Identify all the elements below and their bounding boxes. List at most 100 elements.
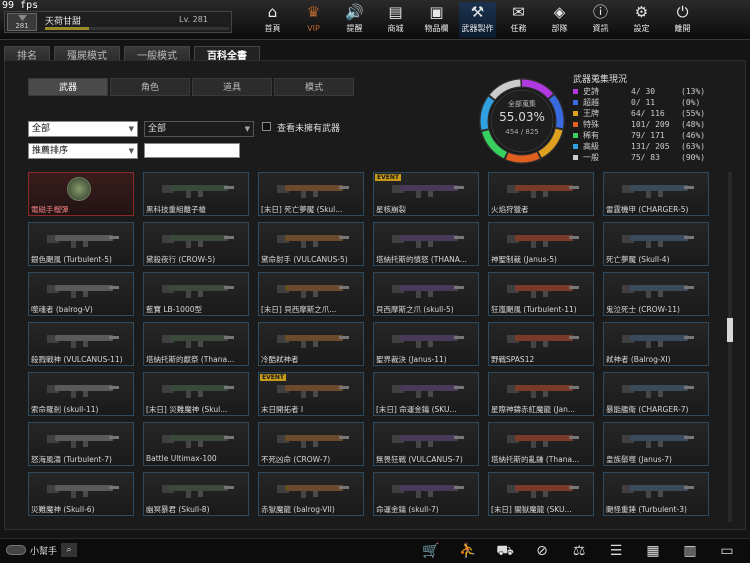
- nav-shield[interactable]: ◈ 部隊: [541, 2, 578, 38]
- subtab-3[interactable]: 模式: [274, 78, 354, 96]
- weapon-card[interactable]: [末日] 災難魔神 (Skul...: [143, 372, 249, 416]
- nav-label: 任務: [510, 24, 527, 33]
- scrollbar-thumb[interactable]: [727, 318, 733, 342]
- weapon-card[interactable]: 死亡夢魘 (Skull-4): [603, 222, 709, 266]
- weapon-name: 幽冥暴君 (Skull-8): [146, 505, 210, 514]
- nav-crown[interactable]: ♛ VIP: [295, 2, 332, 38]
- weapon-card[interactable]: 星際神鑄赤紅魔龍 (Jan...: [488, 372, 594, 416]
- wrench-icon: ⚒: [470, 3, 485, 21]
- weapon-card[interactable]: 塔納托斯的獻祭 (Thana...: [143, 322, 249, 366]
- stat-row: 高級 131/ 205 (63%): [573, 141, 713, 152]
- subtab-2[interactable]: 道具: [192, 78, 272, 96]
- weapon-card[interactable]: 黑科技重組離子槍: [143, 172, 249, 216]
- weapon-card[interactable]: 冷酷弒神者: [258, 322, 364, 366]
- nav-power[interactable]: ⏻ 離開: [664, 2, 701, 38]
- weapon-image: [47, 282, 119, 298]
- checklist-icon[interactable]: ☰: [605, 540, 627, 562]
- nav-info[interactable]: ⓘ 資訊: [582, 2, 619, 38]
- weapon-name: 狂嵐颶風 (Turbulent-11): [491, 305, 577, 314]
- stat-row: 超越 0/ 11 (0%): [573, 97, 713, 108]
- weapon-card[interactable]: 鬼泣死士 (CROW-11): [603, 272, 709, 316]
- weapon-card[interactable]: 幽冥暴君 (Skull-8): [143, 472, 249, 516]
- calendar-icon[interactable]: ▥: [679, 540, 701, 562]
- weapon-card[interactable]: 怒海風濤 (Turbulent-7): [28, 422, 134, 466]
- weapon-card[interactable]: Battle Ultimax-100: [143, 422, 249, 466]
- film-icon[interactable]: ▭: [716, 540, 738, 562]
- weapon-card[interactable]: 黛殺夜行 (CROW-5): [143, 222, 249, 266]
- weapon-image: [277, 232, 349, 248]
- nav-shop[interactable]: ▤ 商城: [377, 2, 414, 38]
- weapon-card[interactable]: 不死凶命 (CROW-7): [258, 422, 364, 466]
- tier-swatch: [573, 133, 578, 138]
- category-select[interactable]: 全部 ▼: [28, 121, 138, 137]
- weapon-card[interactable]: [末日] 死亡夢魘 (Skul...: [258, 172, 364, 216]
- stats-title: 武器蒐集現況: [573, 75, 628, 85]
- weapon-card[interactable]: 狂嵐颶風 (Turbulent-11): [488, 272, 594, 316]
- basket-icon[interactable]: ⛟: [494, 540, 516, 562]
- weapon-card[interactable]: 火焰狩獵者: [488, 172, 594, 216]
- weapon-card[interactable]: 弒神者 (Balrog-XI): [603, 322, 709, 366]
- weapon-image: [162, 182, 234, 198]
- subcategory-select[interactable]: 全部 ▼: [144, 121, 254, 137]
- weapon-card[interactable]: 貝西摩斯之爪 (skull-5): [373, 272, 479, 316]
- scrollbar-track[interactable]: [728, 172, 732, 522]
- bottom-tools: 🛒 ⛹ ⛟ ⊘ ⚖ ☰ ▦ ▥ ▭: [420, 540, 750, 562]
- helper-toggle[interactable]: [6, 545, 26, 555]
- compass-icon[interactable]: ⊘: [531, 540, 553, 562]
- nav-wrench[interactable]: ⚒ 武器製作: [459, 2, 496, 38]
- weapon-image: [622, 332, 694, 348]
- weapon-card[interactable]: [末日] 貝西摩斯之爪...: [258, 272, 364, 316]
- weapon-name: 聖界裁決 (Janus-11): [376, 355, 447, 364]
- nav-ticket[interactable]: ✉ 任務: [500, 2, 537, 38]
- weapon-name: 雷霆機甲 (CHARGER-5): [606, 205, 689, 214]
- runner-icon[interactable]: ⛹: [457, 540, 479, 562]
- cart-icon[interactable]: 🛒: [420, 540, 442, 562]
- tier-percent: (63%): [681, 142, 706, 151]
- nav-label: 離開: [674, 24, 691, 33]
- sort-select[interactable]: 推薦排序 ▼: [28, 143, 138, 159]
- scale-icon[interactable]: ⚖: [568, 540, 590, 562]
- search-icon[interactable]: ⌕: [61, 543, 78, 557]
- weapon-card[interactable]: 塔納托斯的亂鎌 (Thana...: [488, 422, 594, 466]
- weapon-card[interactable]: 神聖制裁 (Janus-5): [488, 222, 594, 266]
- weapon-name: 塔納托斯的亂鎌 (Thana...: [491, 455, 580, 464]
- weapon-card[interactable]: [末日] 闇獄魔龍 (SKU...: [488, 472, 594, 516]
- weapon-card[interactable]: 暴能艦衛 (CHARGER-7): [603, 372, 709, 416]
- event-badge: EVENT: [375, 174, 401, 181]
- nav-gear[interactable]: ⚙ 設定: [623, 2, 660, 38]
- weapon-image: [507, 282, 579, 298]
- player-box[interactable]: 281 天荷甘甜 Lv. 281: [4, 11, 232, 33]
- weapon-card[interactable]: 索命羅剎 (skull-11): [28, 372, 134, 416]
- weapon-name: [末日] 災難魔神 (Skul...: [146, 405, 228, 414]
- search-input[interactable]: [144, 143, 240, 158]
- weapon-card[interactable]: 命運金鑰 (skull-7): [373, 472, 479, 516]
- weapon-card[interactable]: 無畏狂戰 (VULCANUS-7): [373, 422, 479, 466]
- weapon-card[interactable]: EVENT 星核崩裂: [373, 172, 479, 216]
- weapon-card[interactable]: 電磁手榴彈: [28, 172, 134, 216]
- weapon-card[interactable]: 藍寶 LB-1000型: [143, 272, 249, 316]
- weapon-card[interactable]: 皇族鬃噬 (Janus-7): [603, 422, 709, 466]
- weapon-name: 暴能艦衛 (CHARGER-7): [606, 405, 689, 414]
- subtab-1[interactable]: 角色: [110, 78, 190, 96]
- weapon-card[interactable]: 災難魔神 (Skull-6): [28, 472, 134, 516]
- weapon-card[interactable]: 颶怪重錘 (Turbulent-3): [603, 472, 709, 516]
- weapon-card[interactable]: 噬魂者 (balrog-V): [28, 272, 134, 316]
- power-icon: ⏻: [676, 3, 689, 21]
- weapon-card[interactable]: 野戰SPAS12: [488, 322, 594, 366]
- weapon-card[interactable]: 雷霆機甲 (CHARGER-5): [603, 172, 709, 216]
- gear-icon: ⚙: [634, 3, 649, 21]
- nav-bag[interactable]: ▣ 物品欄: [418, 2, 455, 38]
- weapon-card[interactable]: EVENT 末日開拓者 I: [258, 372, 364, 416]
- weapon-card[interactable]: 殺戮戰神 (VULCANUS-11): [28, 322, 134, 366]
- weapon-card[interactable]: 聖界裁決 (Janus-11): [373, 322, 479, 366]
- subtab-0[interactable]: 武器: [28, 78, 108, 96]
- weapon-card[interactable]: 赤獄魔龍 (balrog-VII): [258, 472, 364, 516]
- book-icon[interactable]: ▦: [642, 540, 664, 562]
- weapon-card[interactable]: 塔納托斯的憤怒 (THANA...: [373, 222, 479, 266]
- nav-home[interactable]: ⌂ 首頁: [254, 2, 291, 38]
- weapon-card[interactable]: 黛命射手 (VULCANUS-5): [258, 222, 364, 266]
- weapon-card[interactable]: [末日] 命運金鑰 (SKU...: [373, 372, 479, 416]
- weapon-card[interactable]: 銀色颶風 (Turbulent-5): [28, 222, 134, 266]
- nav-speaker[interactable]: 🔊 提醒: [336, 2, 373, 38]
- unowned-checkbox[interactable]: [262, 122, 271, 131]
